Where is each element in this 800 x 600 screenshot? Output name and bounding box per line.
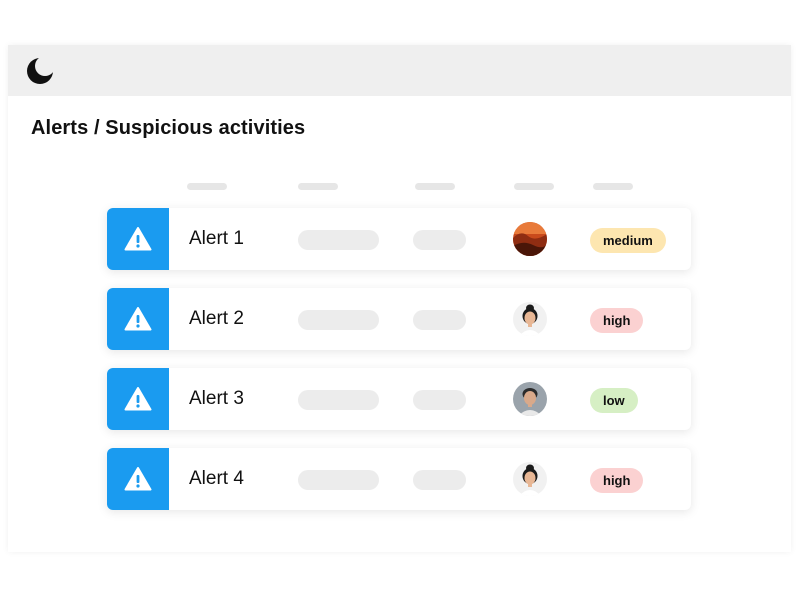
alert-row[interactable]: Alert 3 low: [107, 368, 691, 430]
column-header-placeholder: [298, 183, 338, 190]
severity-badge: medium: [590, 228, 666, 253]
woman-avatar[interactable]: [513, 462, 547, 496]
moon-logo-icon[interactable]: [26, 57, 54, 85]
alert-row[interactable]: Alert 1 medium: [107, 208, 691, 270]
alert-name: Alert 1: [189, 228, 244, 249]
warning-icon-box: [107, 288, 169, 350]
top-bar: [8, 45, 791, 96]
man-avatar[interactable]: [513, 382, 547, 416]
landscape-avatar[interactable]: [513, 222, 547, 256]
cell-placeholder: [413, 310, 466, 330]
warning-icon: [124, 387, 152, 411]
woman-avatar[interactable]: [513, 302, 547, 336]
cell-placeholder: [298, 310, 379, 330]
warning-icon-box: [107, 208, 169, 270]
alert-row[interactable]: Alert 4 high: [107, 448, 691, 510]
warning-icon: [124, 467, 152, 491]
column-headers: [8, 183, 791, 191]
severity-badge: high: [590, 468, 644, 493]
column-header-placeholder: [593, 183, 633, 190]
cell-placeholder: [413, 230, 466, 250]
cell-placeholder: [298, 390, 379, 410]
page-title: Alerts / Suspicious activities: [31, 117, 306, 139]
column-header-placeholder: [415, 183, 455, 190]
alert-name: Alert 4: [189, 468, 244, 489]
cell-placeholder: [298, 470, 379, 490]
severity-badge: high: [590, 308, 644, 333]
alert-name: Alert 2: [189, 308, 244, 329]
app-window: Alerts / Suspicious activities Alert 1 m…: [8, 45, 791, 552]
alert-row[interactable]: Alert 2 high: [107, 288, 691, 350]
alert-name: Alert 3: [189, 388, 244, 409]
warning-icon: [124, 227, 152, 251]
cell-placeholder: [413, 470, 466, 490]
column-header-placeholder: [514, 183, 554, 190]
warning-icon-box: [107, 368, 169, 430]
severity-badge: low: [590, 388, 638, 413]
cell-placeholder: [298, 230, 379, 250]
warning-icon: [124, 307, 152, 331]
column-header-placeholder: [187, 183, 227, 190]
warning-icon-box: [107, 448, 169, 510]
cell-placeholder: [413, 390, 466, 410]
